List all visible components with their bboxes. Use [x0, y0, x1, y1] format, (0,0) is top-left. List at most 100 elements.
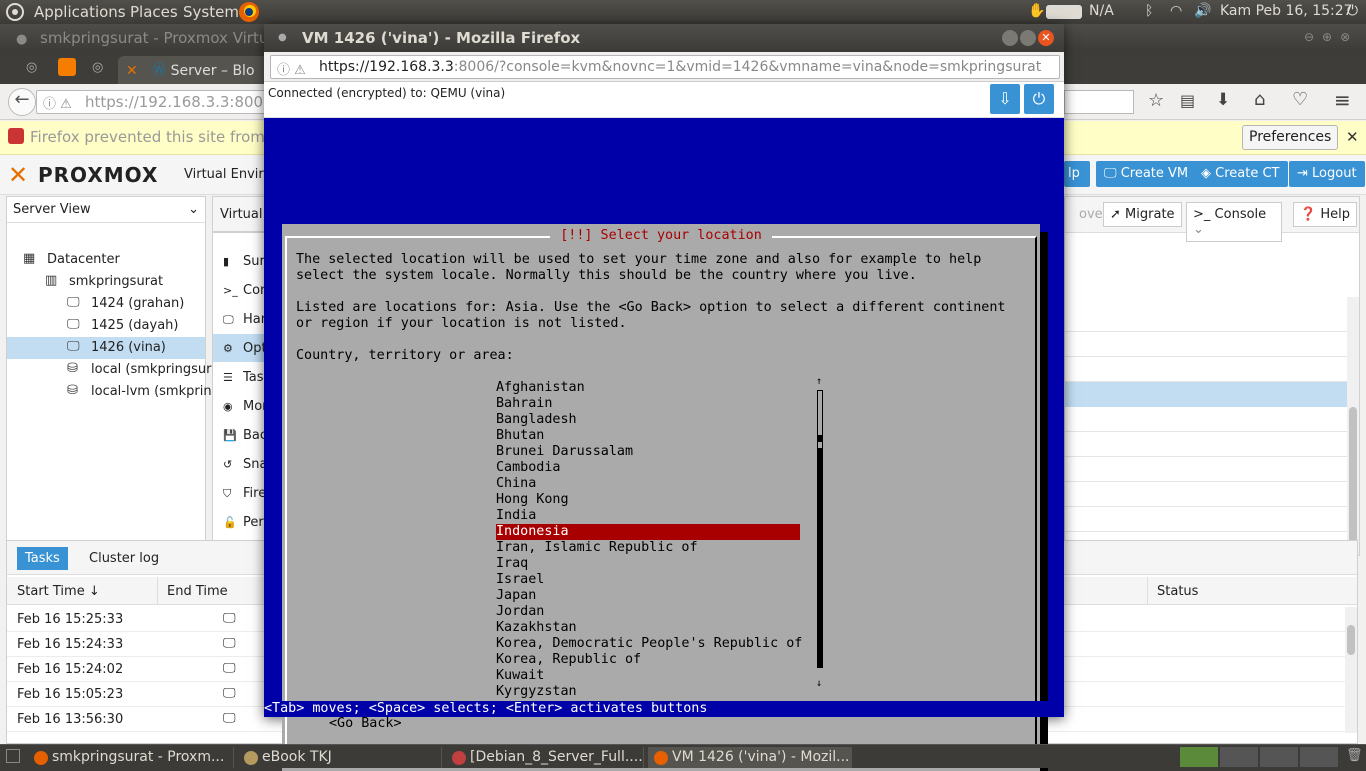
country-option[interactable]: Bhutan — [496, 428, 800, 444]
options-menu-item[interactable]: ◉ Mor — [213, 392, 269, 420]
options-menu-item[interactable]: >_ Cor — [213, 276, 269, 304]
preferences-button[interactable]: Preferences — [1242, 125, 1339, 150]
bg-search-box[interactable] — [1064, 90, 1134, 114]
ubuntu-logo-icon[interactable] — [6, 3, 24, 25]
tasks-tab[interactable]: Tasks — [17, 547, 68, 570]
options-menu-item[interactable]: ⛉ Fire — [213, 479, 269, 507]
option-row[interactable] — [1065, 507, 1347, 532]
country-option[interactable]: Bahrain — [496, 396, 800, 412]
help-button[interactable]: lp — [1064, 161, 1090, 187]
go-back-button[interactable]: <Go Back> — [329, 716, 402, 732]
maximize-button[interactable] — [1020, 30, 1036, 46]
logout-button[interactable]: ⇥ Logout — [1289, 161, 1365, 187]
help-toolbar-button[interactable]: ❓ Help — [1293, 202, 1357, 227]
server-view-select[interactable]: Server View ⌄ — [7, 197, 205, 223]
country-option[interactable]: Hong Kong — [496, 492, 800, 508]
back-button[interactable]: ← — [8, 88, 36, 116]
status-header[interactable]: Status — [1157, 584, 1198, 599]
task-scrollbar[interactable] — [1345, 607, 1357, 733]
info-icon[interactable]: ⓘ ⚠ — [43, 93, 72, 112]
option-row[interactable] — [1065, 407, 1347, 432]
create-ct-button[interactable]: ◈ Create CT — [1193, 161, 1288, 187]
power-icon[interactable]: ⏻ — [1347, 3, 1358, 19]
country-scrollbar[interactable] — [817, 390, 823, 668]
move-button[interactable]: ove — [1075, 203, 1107, 226]
hand-indicator-icon[interactable]: ✋ — [1028, 3, 1045, 19]
scroll-down-icon[interactable]: ↓ — [816, 676, 822, 692]
workspace-4[interactable] — [1300, 747, 1338, 767]
options-menu-item[interactable]: ▮ Sur — [213, 247, 269, 275]
taskbar-item[interactable]: VM 1426 ('vina') - Mozil... — [648, 747, 852, 768]
options-menu-item[interactable]: ↺ Sna — [213, 450, 269, 478]
places-menu[interactable]: Places — [130, 3, 178, 21]
country-option[interactable]: Korea, Republic of — [496, 652, 800, 668]
country-option[interactable]: Cambodia — [496, 460, 800, 476]
country-option[interactable]: Kyrgyzstan — [496, 684, 800, 700]
bluetooth-icon[interactable]: ᛒ — [1145, 3, 1153, 19]
tree-item[interactable]: 🖵 1424 (grahan) — [7, 293, 205, 315]
trash-icon[interactable]: 🗑 — [1346, 748, 1363, 763]
window-menu-icon[interactable]: ● — [16, 32, 27, 47]
country-option[interactable]: Kuwait — [496, 668, 800, 684]
start-time-header[interactable]: Start Time ↓ — [17, 584, 100, 599]
country-option[interactable]: China — [496, 476, 800, 492]
options-menu-item[interactable]: ⚙ Opt — [213, 334, 269, 362]
tab-server-blog[interactable]: ✕ Ⓦ Server – Blo — [118, 56, 268, 84]
tree-item[interactable]: ⛁ local (smkpringsurat) — [7, 359, 230, 381]
window-menu-icon[interactable]: ● — [278, 32, 287, 43]
option-row-selected[interactable] — [1065, 382, 1347, 407]
tree-item[interactable]: ⛁ local-lvm (smkpringsu — [7, 381, 235, 403]
cluster-log-tab[interactable]: Cluster log — [89, 551, 159, 566]
options-menu-item[interactable]: 🔓 Per — [213, 508, 269, 536]
info-icon[interactable]: ⓘ ⚠ — [277, 59, 306, 78]
taskbar-item[interactable]: smkpringsurat - Proxm... — [28, 747, 234, 768]
bookmark-star-icon[interactable]: ☆ — [1148, 90, 1164, 111]
country-option[interactable]: Israel — [496, 572, 800, 588]
applications-menu[interactable]: Applications — [34, 3, 126, 21]
send-keys-button[interactable]: ⇩ — [990, 84, 1020, 114]
country-option[interactable]: Japan — [496, 588, 800, 604]
tree-item[interactable]: 🖵 1425 (dayah) — [7, 315, 205, 337]
country-option[interactable]: Korea, Democratic People's Republic of — [496, 636, 802, 652]
pocket-icon[interactable]: ♡ — [1292, 89, 1308, 110]
reading-list-icon[interactable]: ▤ — [1180, 91, 1195, 110]
scroll-up-icon[interactable]: ↑ — [816, 374, 822, 390]
download-icon[interactable]: ⬇ — [1216, 90, 1230, 110]
vm-console-screen[interactable]: [!!] Select your location The selected l… — [264, 118, 1064, 771]
country-option[interactable]: Afghanistan — [496, 380, 800, 396]
workspace-1[interactable] — [1180, 747, 1218, 767]
option-row[interactable] — [1065, 332, 1347, 357]
tab-icon[interactable]: ◎ — [26, 60, 37, 75]
battery-icon[interactable] — [1046, 5, 1082, 23]
hamburger-menu-icon[interactable]: ≡ — [1334, 88, 1351, 112]
country-option[interactable]: Iran, Islamic Republic of — [496, 540, 800, 556]
console-button[interactable]: >_ Console ⌄ — [1186, 202, 1282, 242]
country-option[interactable]: Kazakhstan — [496, 620, 800, 636]
end-time-header[interactable]: End Time — [167, 584, 228, 599]
option-row[interactable] — [1065, 357, 1347, 382]
home-icon[interactable]: ⌂ — [1254, 89, 1265, 110]
tree-item[interactable]: ▥ smkpringsurat — [7, 271, 205, 293]
taskbar-item[interactable]: [Debian_8_Server_Full.... — [446, 747, 644, 768]
bg-window-controls[interactable]: ⊖⊕⊗ — [1304, 30, 1358, 44]
country-option[interactable]: Brunei Darussalam — [496, 444, 800, 460]
vm-url-bar[interactable]: ⓘ ⚠ https://192.168.3.3:8006/?console=kv… — [270, 55, 1060, 79]
options-menu-item[interactable]: ☰ Tas — [213, 363, 269, 391]
country-option[interactable]: Bangladesh — [496, 412, 800, 428]
country-option[interactable]: Indonesia — [496, 524, 800, 540]
wifi-icon[interactable]: ◠ — [1170, 3, 1182, 19]
create-vm-button[interactable]: 🖵 Create VM — [1096, 161, 1197, 187]
workspace-2[interactable] — [1220, 747, 1258, 767]
power-button[interactable]: ⏻ — [1024, 84, 1054, 114]
system-menu[interactable]: System — [183, 3, 239, 21]
close-notification-icon[interactable]: ✕ — [1346, 128, 1359, 146]
minimize-button[interactable] — [1002, 30, 1018, 46]
workspace-3[interactable] — [1260, 747, 1298, 767]
show-desktop-icon[interactable] — [6, 749, 20, 763]
scrollbar[interactable] — [1347, 297, 1359, 555]
options-menu-item[interactable]: 🖵 Har — [213, 305, 269, 333]
country-option[interactable]: Jordan — [496, 604, 800, 620]
option-row[interactable] — [1065, 432, 1347, 457]
country-option[interactable]: Iraq — [496, 556, 800, 572]
tab-icon[interactable]: ◎ — [92, 60, 103, 75]
